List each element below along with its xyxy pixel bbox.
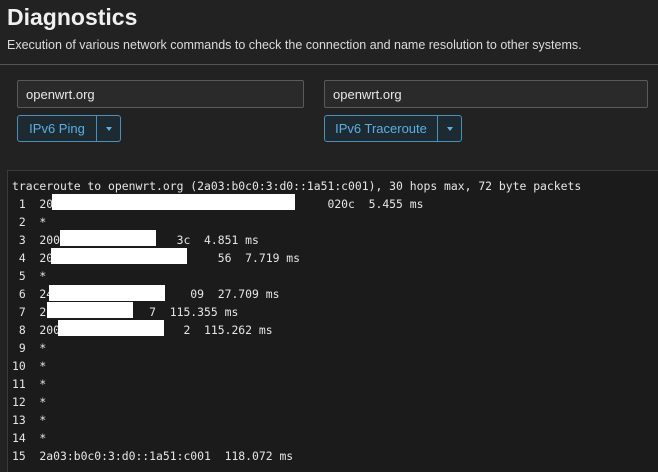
- traceroute-host-input[interactable]: [324, 80, 648, 108]
- caret-down-icon: [446, 126, 453, 131]
- output-line: 10 *: [12, 359, 47, 373]
- page-description: Execution of various network commands to…: [7, 38, 582, 52]
- redaction-box: [60, 230, 156, 246]
- page-title: Diagnostics: [7, 4, 138, 30]
- traceroute-button-group: IPv6 Traceroute: [324, 115, 462, 142]
- ping-button-group: IPv6 Ping: [17, 115, 121, 142]
- output-line: 5 *: [12, 269, 47, 283]
- section-divider: [0, 64, 658, 65]
- ipv6-traceroute-button[interactable]: IPv6 Traceroute: [324, 115, 438, 142]
- caret-down-icon: [105, 126, 112, 131]
- traceroute-dropdown-button[interactable]: [437, 115, 462, 142]
- output-line: 14 *: [12, 431, 47, 445]
- redaction-box: [52, 194, 295, 210]
- redaction-box: [58, 320, 164, 336]
- ping-dropdown-button[interactable]: [96, 115, 121, 142]
- redaction-box: [47, 302, 133, 318]
- output-line: 15 2a03:b0c0:3:d0::1a51:c001 118.072 ms: [12, 449, 294, 463]
- ping-host-input[interactable]: [17, 80, 304, 108]
- redaction-box: [51, 248, 187, 264]
- redaction-box: [49, 285, 165, 301]
- output-line: traceroute to openwrt.org (2a03:b0c0:3:d…: [12, 179, 582, 193]
- output-line: 13 *: [12, 413, 47, 427]
- output-line: 11 *: [12, 377, 47, 391]
- output-line: 9 *: [12, 341, 47, 355]
- output-line: 2 *: [12, 215, 47, 229]
- ipv6-ping-button[interactable]: IPv6 Ping: [17, 115, 97, 142]
- output-line: 12 *: [12, 395, 47, 409]
